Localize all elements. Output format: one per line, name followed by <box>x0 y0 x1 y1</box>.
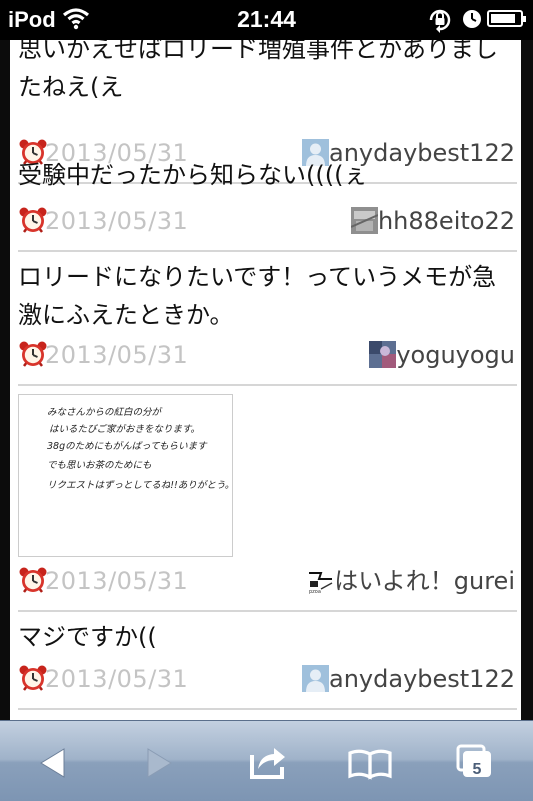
alarm-clock-icon <box>18 664 48 694</box>
alarm-clock-icon <box>18 206 48 236</box>
status-bar: iPod 21:44 <box>0 0 533 40</box>
comment-meta: 2013/05/31 yoguyogu <box>18 340 517 370</box>
comment-date: 2013/05/31 <box>45 567 189 595</box>
handwritten-memo-image[interactable]: みなさんからの紅白の分が はいるたびご家がおきをなります。 38gのためにもがん… <box>18 394 234 557</box>
gray-avatar-icon <box>350 207 378 234</box>
comment-username: はいよれ！gurei <box>334 567 515 595</box>
comment-username: hh88eito22 <box>377 207 515 235</box>
divider <box>18 610 517 612</box>
battery-icon <box>487 10 526 27</box>
divider <box>18 250 517 252</box>
comment-user-link[interactable]: pzoa はいよれ！gurei <box>307 566 515 596</box>
person-avatar-icon <box>302 665 329 692</box>
comment-username: yoguyogu <box>396 341 515 369</box>
tab-count: 5 <box>472 761 482 778</box>
comment-username: anydaybest122 <box>329 665 515 693</box>
svg-text:38gのためにもがんばってもらいます: 38gのためにもがんばってもらいます <box>47 440 208 452</box>
svg-text:みなさんからの紅白の分が: みなさんからの紅白の分が <box>47 406 163 418</box>
comment-text: 思いかえせばロリード増殖事件とかありましたねえ(え <box>18 40 498 101</box>
svg-text:pzoa: pzoa <box>309 589 321 594</box>
tabs-button[interactable]: 5 <box>448 735 508 787</box>
comment-text: マジですか(( <box>18 623 157 651</box>
bookmarks-button[interactable] <box>340 735 400 787</box>
divider <box>18 384 517 386</box>
comment-meta: 2013/05/31 pzoa はいよれ！gurei <box>18 566 517 596</box>
comment-meta: 2013/05/31 anydaybest122 <box>18 664 517 694</box>
forward-button[interactable] <box>128 735 188 787</box>
svg-text:でも思いお茶のためにも: でも思いお茶のためにも <box>47 460 152 471</box>
share-icon <box>250 748 285 779</box>
forward-icon <box>147 748 172 778</box>
comments-page[interactable]: 思いかえせばロリード増殖事件とかありましたねえ(え 2013/05/31 any… <box>10 40 521 720</box>
comment-text: 受験中だったから知らない((((ぇ <box>18 161 368 189</box>
divider <box>18 708 517 710</box>
comment-meta: 2013/05/31 hh88eito22 <box>18 206 517 236</box>
share-button[interactable] <box>236 735 296 787</box>
svg-text:はいるたびご家がおきをなります。: はいるたびご家がおきをなります。 <box>49 423 200 435</box>
svg-text:リクエストはずっとしてるね!!ありがとう。: リクエストはずっとしてるね!!ありがとう。 <box>47 479 232 491</box>
alarm-status-icon <box>462 9 482 34</box>
comment-user-link[interactable]: anydaybest122 <box>302 664 515 694</box>
back-icon <box>40 748 65 778</box>
browser-toolbar: 5 <box>0 720 533 801</box>
comment-text: ロリードになりたいです！っていうメモが急激にふえたときか。 <box>18 263 497 329</box>
handwriting-sketch: みなさんからの紅白の分が はいるたびご家がおきをなります。 38gのためにもがん… <box>47 406 234 491</box>
comment-user-link[interactable]: hh88eito22 <box>350 206 515 236</box>
comment-date: 2013/05/31 <box>45 665 189 693</box>
comment-date: 2013/05/31 <box>45 341 189 369</box>
comment-user-link[interactable]: yoguyogu <box>369 340 515 370</box>
alarm-clock-icon <box>18 566 48 596</box>
sketch-avatar-icon: pzoa <box>307 567 335 594</box>
alarm-clock-icon <box>18 340 48 370</box>
orientation-lock-icon <box>426 6 454 39</box>
bookmarks-icon <box>348 749 392 780</box>
photo-avatar-icon <box>369 341 397 368</box>
battery-level <box>491 14 515 23</box>
comment-date: 2013/05/31 <box>45 207 189 235</box>
back-button[interactable] <box>24 735 84 787</box>
